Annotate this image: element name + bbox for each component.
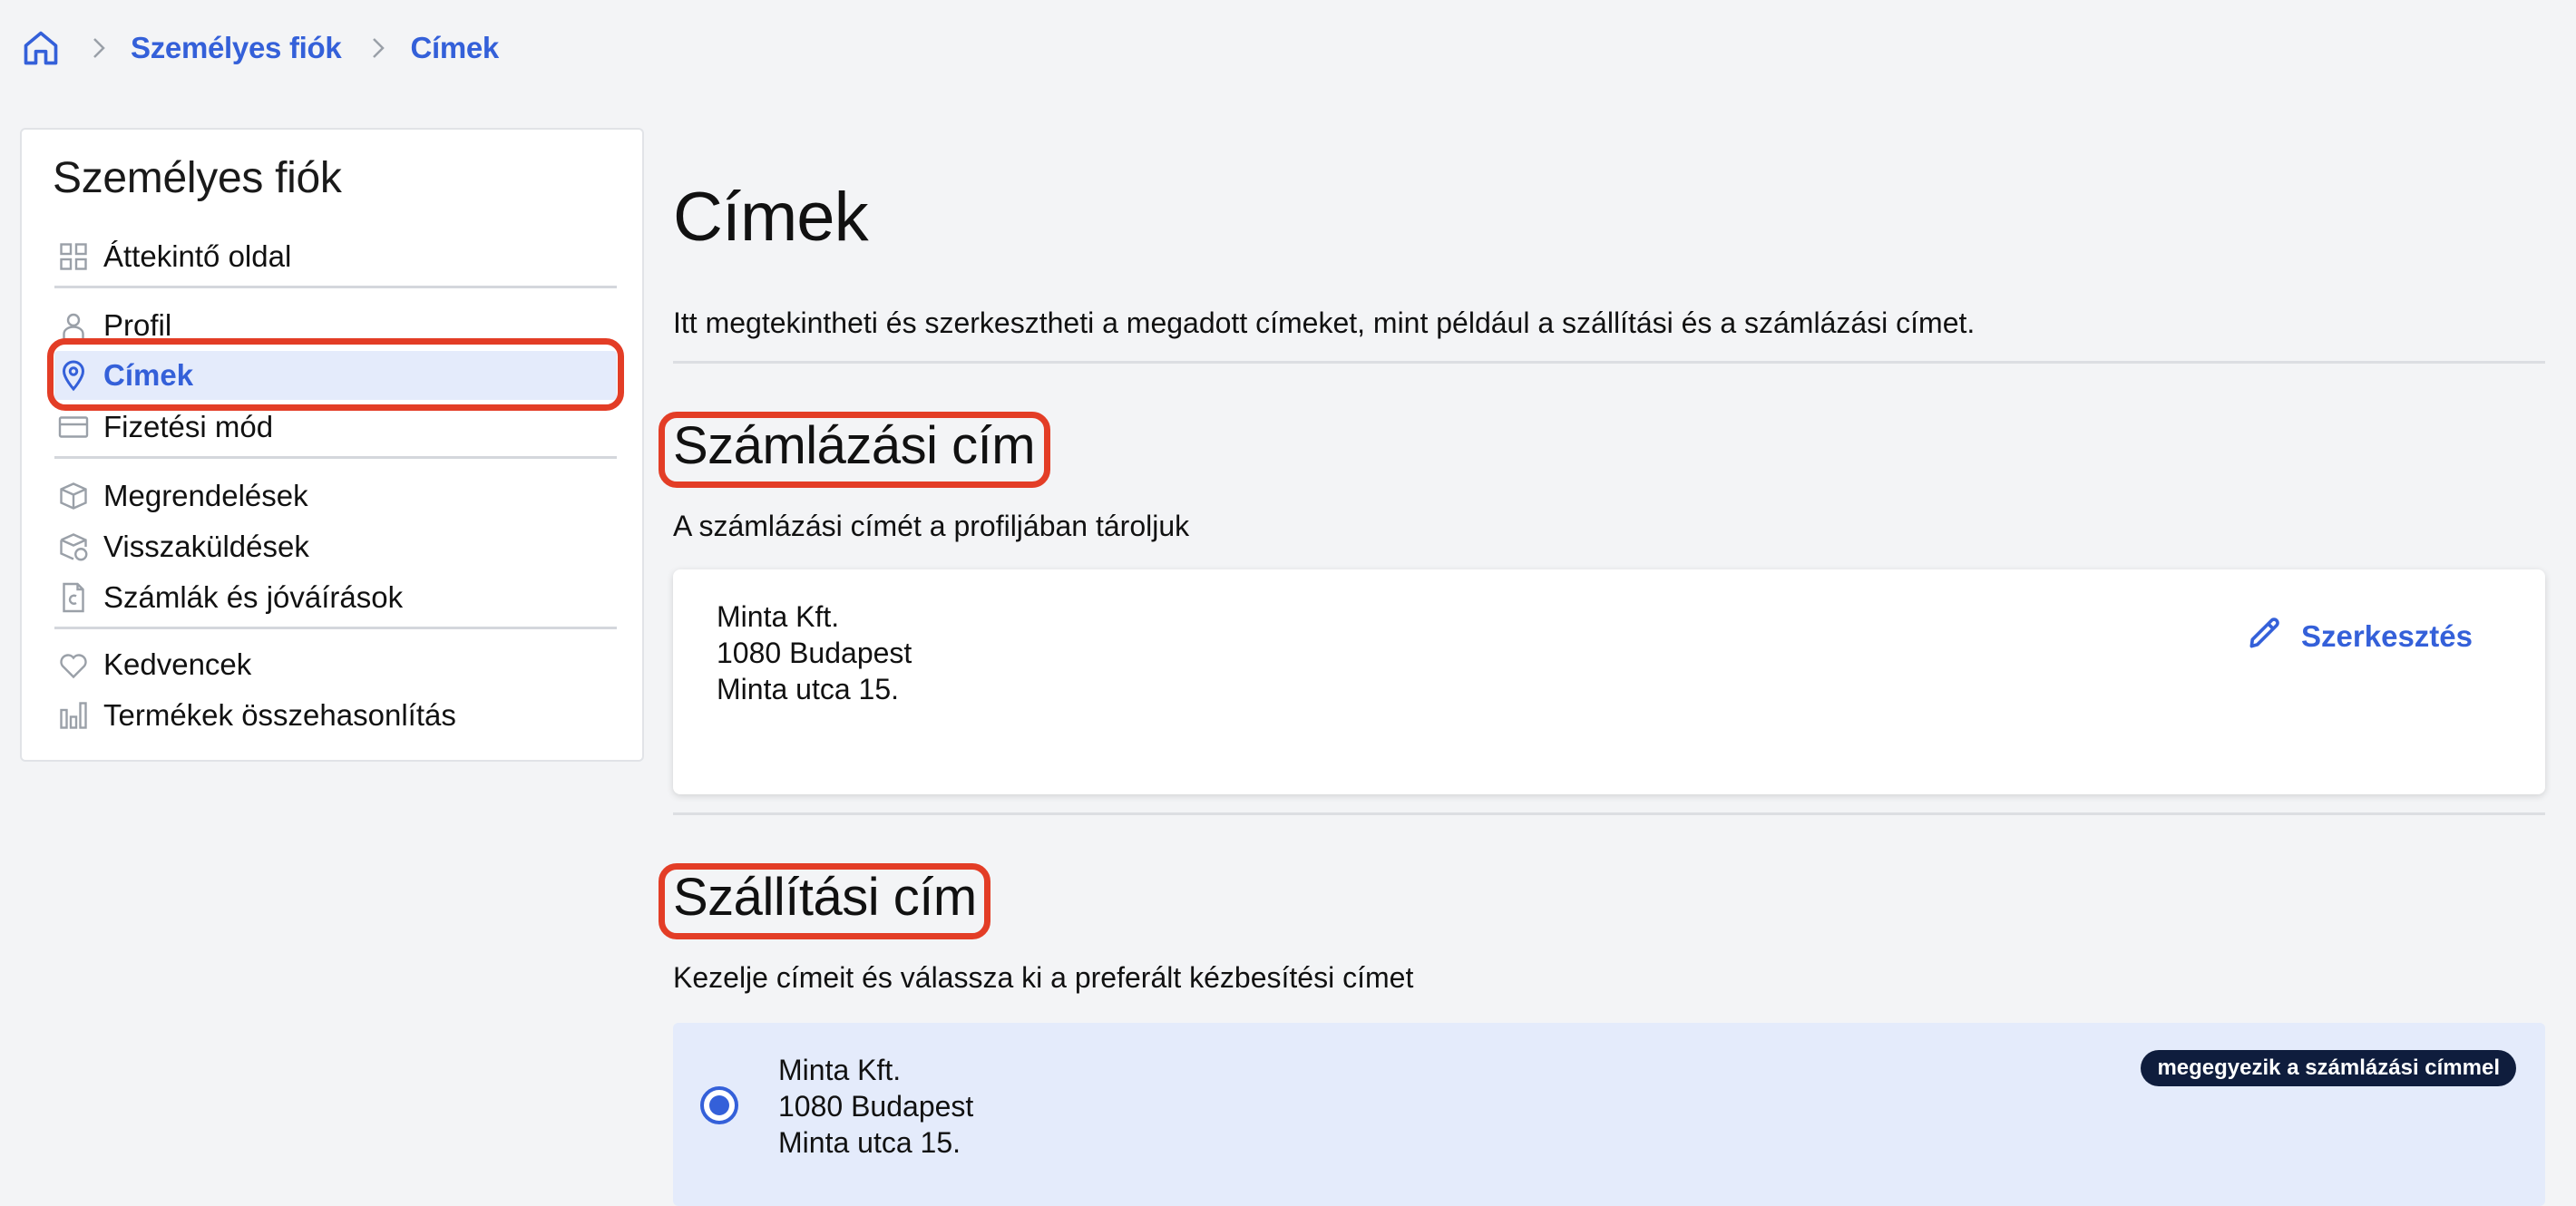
sidebar-item-label: Termékek összehasonlítás [103,698,456,732]
billing-section-title: Számlázási cím [673,416,1036,475]
section-divider [673,812,2545,815]
edit-button-label: Szerkesztés [2301,619,2473,653]
breadcrumb-link-account[interactable]: Személyes fiók [131,31,342,65]
breadcrumb-link-addresses[interactable]: Címek [410,31,499,65]
address-line: Minta utca 15. [778,1126,961,1159]
heart-icon [54,646,93,684]
sidebar-item-label: Fizetési mód [103,410,274,443]
package-icon [54,477,93,515]
shipping-address-radio[interactable] [700,1086,738,1124]
sidebar-item-overview[interactable]: Áttekintő oldal [54,233,617,280]
sidebar-divider [54,456,617,459]
billing-address: Minta Kft. 1080 Budapest Minta utca 15. [717,598,912,707]
billing-description: A számlázási címét a profiljában tárolju… [673,510,1190,542]
page-title: Címek [673,179,869,256]
sidebar-item-label: Profil [103,308,172,342]
sidebar-item-compare[interactable]: Termékek összehasonlítás [54,692,617,739]
chevron-right-icon [78,27,120,69]
grid-icon [54,238,93,276]
sidebar-title: Személyes fiók [53,154,342,202]
breadcrumb: Személyes fiók Címek [20,25,499,71]
account-sidebar: Személyes fiók Áttekintő oldal Profil Cí… [20,128,644,762]
shipping-address-option[interactable]: Minta Kft. 1080 Budapest Minta utca 15. … [673,1023,2545,1206]
billing-address-card: Minta Kft. 1080 Budapest Minta utca 15. … [673,569,2545,794]
radio-selected-dot [709,1095,729,1115]
sidebar-item-invoices[interactable]: Számlák és jóváírások [54,574,617,621]
shipping-description: Kezelje címeit és válassza ki a preferál… [673,961,1414,994]
address-line: Minta Kft. [717,600,840,633]
sidebar-item-label: Visszaküldések [103,530,309,563]
sidebar-item-favorites[interactable]: Kedvencek [54,641,617,688]
sidebar-item-label: Kedvencek [103,647,252,681]
sidebar-item-label: Címek [103,358,194,392]
home-icon[interactable] [20,27,62,69]
return-package-icon [54,528,93,566]
sidebar-item-label: Számlák és jóváírások [103,580,404,614]
sidebar-divider [54,286,617,288]
edit-billing-button[interactable]: Szerkesztés [2245,613,2473,660]
sidebar-item-label: Megrendelések [103,479,308,512]
sidebar-item-payment[interactable]: Fizetési mód [54,404,617,451]
bar-chart-icon [54,696,93,734]
same-as-billing-badge: megegyezik a számlázási címmel [2141,1050,2516,1086]
location-pin-icon [54,356,93,394]
sidebar-item-label: Áttekintő oldal [103,239,292,273]
page-intro: Itt megtekintheti és szerkesztheti a meg… [673,306,1976,339]
person-icon [54,306,93,345]
section-divider [673,361,2545,364]
address-line: Minta Kft. [778,1054,902,1086]
shipping-section-title: Szállítási cím [673,868,977,927]
invoice-icon [54,579,93,617]
credit-card-icon [54,408,93,446]
chevron-right-icon [357,27,399,69]
sidebar-item-returns[interactable]: Visszaküldések [54,523,617,570]
address-line: 1080 Budapest [717,637,912,669]
address-line: Minta utca 15. [717,673,899,705]
sidebar-divider [54,627,617,629]
pencil-icon [2245,613,2285,660]
sidebar-item-profile[interactable]: Profil [54,302,617,349]
shipping-address: Minta Kft. 1080 Budapest Minta utca 15. [778,1052,973,1161]
sidebar-item-addresses[interactable]: Címek [54,351,617,400]
address-line: 1080 Budapest [778,1090,974,1123]
sidebar-item-orders[interactable]: Megrendelések [54,472,617,520]
